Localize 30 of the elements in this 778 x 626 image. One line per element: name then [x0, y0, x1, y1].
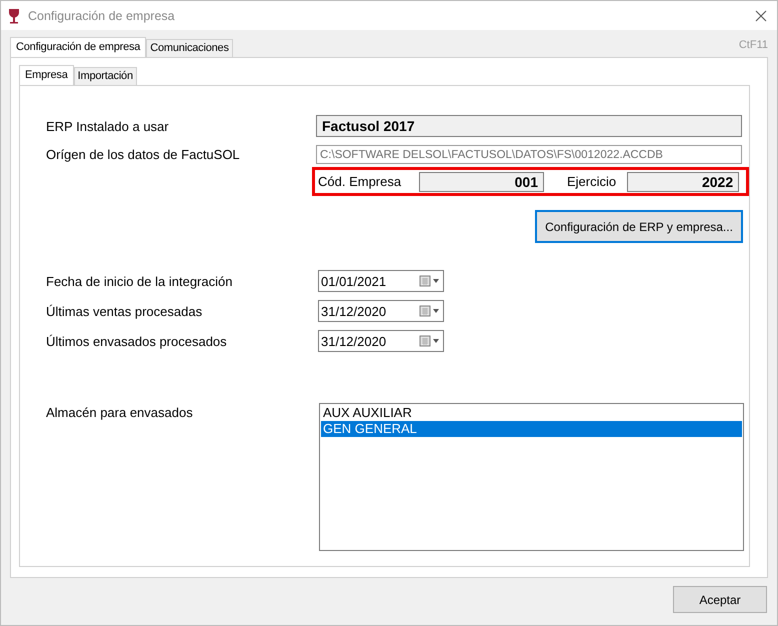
tab[interactable]: Configuración de empresa [10, 37, 146, 57]
config-button[interactable]: Configuración de ERP y empresa... [535, 210, 743, 243]
path-field: C:\SOFTWARE DELSOL\FACTUSOL\DATOS\FS\0012022.ACCDB [316, 145, 742, 164]
calendar-dropdown-icon [419, 335, 441, 347]
window-title: Configuración de empresa [28, 8, 176, 22]
company-code-field: 001 [419, 172, 544, 192]
wine-glass-icon [8, 8, 20, 24]
field-label: Orígen de los datos de FactuSOL [46, 147, 241, 162]
calendar-dropdown-icon [419, 305, 441, 317]
shortcut-label: CtF11 [738, 39, 768, 51]
calendar-dropdown-icon [419, 275, 441, 287]
field-label: Últimos envasados procesados [46, 334, 228, 348]
date-picker[interactable]: 31/12/2020 [318, 300, 444, 322]
tab[interactable]: Comunicaciones [146, 39, 233, 57]
field-label: Almacén para envasados [46, 405, 194, 420]
tab[interactable]: Importación [74, 67, 137, 85]
tab[interactable]: Empresa [19, 65, 74, 85]
accept-button[interactable]: Aceptar [673, 586, 767, 613]
field-label: Ejercicio [567, 174, 616, 189]
field-label: ERP Instalado a usar [46, 118, 170, 134]
field-label: Cód. Empresa [318, 174, 402, 189]
list-item[interactable]: GEN GENERAL [321, 421, 742, 437]
date-picker[interactable]: 01/01/2021 [318, 270, 444, 292]
erp-field: Factusol 2017 [316, 115, 742, 137]
date-picker[interactable]: 31/12/2020 [318, 330, 444, 352]
list-item[interactable]: AUX AUXILIAR [321, 405, 742, 421]
year-field: 2022 [627, 172, 740, 192]
field-label: Fecha de inicio de la integración [46, 274, 234, 288]
field-label: Últimas ventas procesadas [46, 304, 204, 318]
close-icon[interactable] [755, 10, 767, 22]
